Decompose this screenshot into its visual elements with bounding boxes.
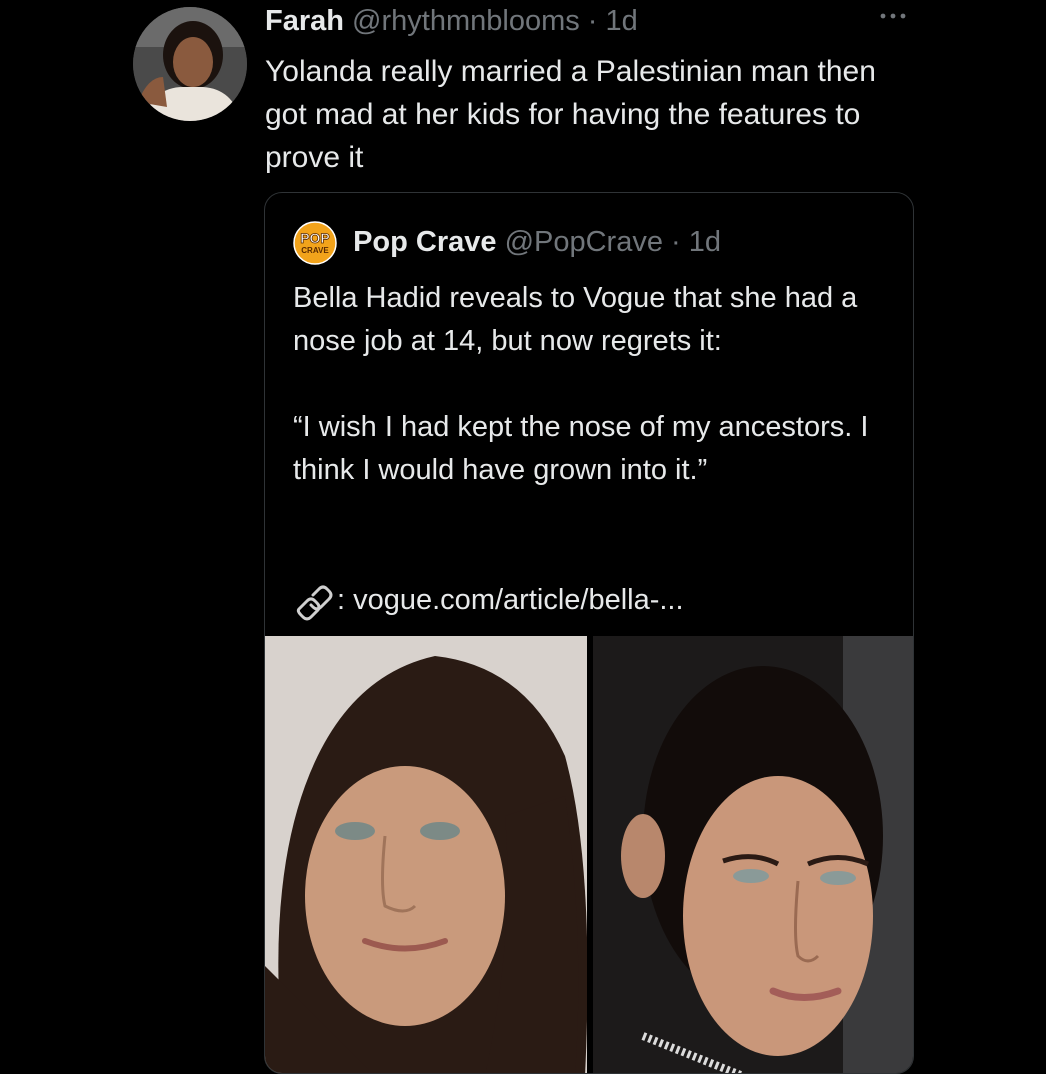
link-text[interactable]: : vogue.com/article/bella-... bbox=[337, 584, 684, 616]
quoted-tweet[interactable]: POP CRAVE Pop Crave @PopCrave · 1d Bella… bbox=[264, 192, 914, 1074]
avatar[interactable] bbox=[133, 7, 247, 121]
quoted-link[interactable]: : vogue.com/article/bella-... bbox=[293, 578, 684, 622]
separator-dot: · bbox=[587, 5, 598, 37]
author-handle[interactable]: @rhythmnblooms bbox=[352, 5, 580, 37]
more-horizontal-icon[interactable] bbox=[876, 6, 910, 26]
photo-after[interactable] bbox=[593, 636, 913, 1073]
svg-text:CRAVE: CRAVE bbox=[301, 246, 329, 255]
timestamp[interactable]: 1d bbox=[606, 5, 638, 37]
tweet[interactable]: Farah @rhythmnblooms · 1d Yolanda really… bbox=[0, 0, 1046, 1074]
media-grid bbox=[265, 636, 913, 1073]
quoted-author-name[interactable]: Pop Crave bbox=[353, 226, 496, 258]
quoted-tweet-text: Bella Hadid reveals to Vogue that she ha… bbox=[293, 282, 869, 486]
photo-before[interactable] bbox=[265, 636, 587, 1073]
tweet-header: Farah @rhythmnblooms · 1d bbox=[265, 3, 638, 39]
svg-text:POP: POP bbox=[300, 230, 330, 246]
tweet-text: Yolanda really married a Palestinian man… bbox=[265, 55, 876, 174]
link-icon bbox=[296, 585, 333, 621]
author-name[interactable]: Farah bbox=[265, 5, 344, 37]
quoted-timestamp[interactable]: 1d bbox=[689, 226, 721, 258]
quoted-tweet-header: POP CRAVE Pop Crave @PopCrave · 1d bbox=[293, 220, 721, 266]
quoted-author-handle[interactable]: @PopCrave bbox=[505, 226, 663, 258]
pop-crave-logo[interactable]: POP CRAVE bbox=[293, 221, 337, 266]
quoted-separator-dot: · bbox=[671, 226, 681, 258]
